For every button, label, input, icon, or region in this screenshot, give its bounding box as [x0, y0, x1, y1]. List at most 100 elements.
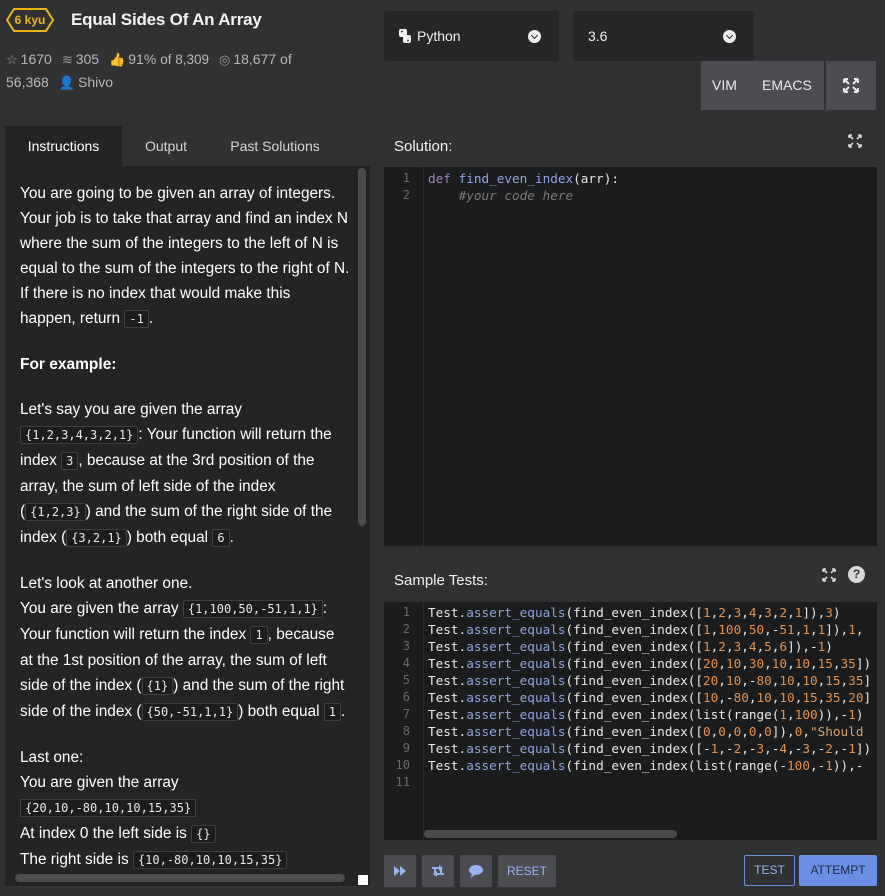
code-token: (find_even_index([: [565, 673, 704, 688]
horizontal-scrollbar[interactable]: [424, 830, 677, 838]
code-line: Test.assert_equals(find_even_index(list(…: [428, 758, 863, 773]
code-token: 1: [703, 605, 711, 620]
code-token: 35: [840, 656, 856, 671]
code-token: ,: [741, 656, 749, 671]
code-token: 100: [787, 758, 810, 773]
inline-code: 3: [61, 452, 79, 470]
code-token: ): [825, 639, 833, 654]
fullscreen-button[interactable]: [826, 61, 876, 110]
version-select[interactable]: 3.6: [573, 11, 754, 61]
expand-icon: [843, 78, 859, 93]
code-token: 4: [748, 639, 757, 654]
inline-code: {1}: [141, 677, 174, 695]
code-token: ,: [741, 724, 749, 739]
code-token: 10: [771, 656, 788, 671]
code-token: ]: [863, 673, 872, 688]
code-token: ,-: [809, 741, 826, 756]
code-token: 10: [794, 656, 810, 671]
code-token: ): [855, 707, 864, 722]
fast-forward-button[interactable]: [384, 855, 416, 887]
solution-editor[interactable]: 1 2 def find_even_index(arr): #your code h…: [384, 167, 877, 546]
code-token: assert_equals: [466, 639, 566, 654]
tab-instructions[interactable]: Instructions: [5, 126, 122, 166]
code-token: 15: [802, 690, 818, 705]
author-stat[interactable]: 👤 Shivo: [59, 71, 113, 94]
code-token: Test.: [428, 758, 467, 773]
stars-stat[interactable]: ☆ 1670: [6, 48, 52, 71]
code-token: 35: [848, 673, 864, 688]
code-token: 1: [703, 622, 711, 637]
tests-expand-button[interactable]: [820, 566, 838, 584]
code-token: 2: [718, 639, 726, 654]
collections-count: 305: [75, 51, 100, 67]
text: Last one:: [20, 749, 84, 766]
code-token: 3: [825, 605, 833, 620]
refresh-button[interactable]: [422, 855, 454, 887]
code-token: ]),: [802, 605, 826, 620]
total-count: 56,368: [6, 74, 49, 90]
code-token: ,: [764, 656, 772, 671]
test-button[interactable]: TEST: [744, 855, 795, 886]
version-label: 3.6: [588, 28, 608, 44]
code-token: assert_equals: [466, 758, 566, 773]
code-token: ,: [741, 622, 749, 637]
emacs-button[interactable]: EMACS: [762, 61, 812, 110]
vim-button[interactable]: VIM: [712, 61, 737, 110]
reset-button[interactable]: RESET: [498, 855, 556, 887]
code-token: ,-: [787, 741, 803, 756]
code-token: 20: [848, 690, 864, 705]
code-token: (find_even_index([: [565, 639, 704, 654]
expand-icon: [822, 568, 836, 582]
code-token: ,: [756, 639, 765, 654]
tab-output[interactable]: Output: [122, 126, 210, 166]
code-token: assert_equals: [466, 690, 566, 705]
collections-icon: ≋: [61, 52, 73, 67]
inline-code: {50,-51,1,1}: [141, 703, 239, 721]
help-icon[interactable]: ?: [848, 566, 865, 583]
kata-stats: ☆ 1670 ≋ 305 👍 91% of 8,309 ◎ 18,677 of 56,368 👤…: [6, 48, 336, 94]
code-token: (arr):: [573, 171, 619, 186]
code-token: 1: [802, 622, 810, 637]
code-token: 2: [825, 741, 833, 756]
code-token: assert_equals: [466, 673, 566, 688]
satisfaction-percent: 91%: [128, 51, 157, 67]
discuss-button[interactable]: [460, 855, 492, 887]
code-token: ]): [855, 656, 872, 671]
code-token: 10: [802, 673, 818, 688]
sample-tests-editor[interactable]: 1 2 3 4 5 6 7 8 9 10 11 Test.assert_equals(find_eve…: [384, 602, 877, 840]
code-line: Test.assert_equals(find_even_index([1,2,…: [428, 605, 841, 620]
code-token: assert_equals: [466, 656, 566, 671]
vertical-scrollbar[interactable]: [358, 168, 366, 526]
keybinding-mode-bar: VIM EMACS: [701, 61, 824, 110]
code-token: (find_even_index(list(range(-: [565, 758, 788, 773]
text: ) both equal: [238, 703, 324, 720]
code-token: Test.: [428, 690, 467, 705]
collections-stat[interactable]: ≋ 305: [62, 48, 99, 71]
line-number: 10: [395, 758, 410, 772]
horizontal-scrollbar[interactable]: [15, 874, 345, 882]
code-line: Test.assert_equals(find_even_index([20,1…: [428, 673, 871, 688]
text: ) both equal: [126, 529, 213, 546]
code-token: ,: [756, 605, 765, 620]
attempt-button[interactable]: ATTEMPT: [799, 855, 877, 886]
code-token: ]: [863, 690, 872, 705]
code-token: ,: [809, 622, 818, 637]
code-token: 10: [779, 690, 795, 705]
solution-expand-button[interactable]: [846, 132, 864, 150]
code-token: 0: [748, 724, 757, 739]
instructions-text: You are going to be given an array of in…: [20, 181, 350, 886]
resize-handle[interactable]: [358, 875, 368, 885]
code-token: 2: [718, 605, 726, 620]
code-token: (find_even_index(list(range(: [565, 707, 780, 722]
code-token: (find_even_index([: [565, 622, 704, 637]
code-token: def: [428, 171, 459, 186]
code-token: 0: [703, 724, 711, 739]
code-token: ,: [802, 724, 810, 739]
solution-title: Solution:: [394, 138, 453, 155]
language-select[interactable]: Python: [384, 11, 559, 61]
tab-past-solutions[interactable]: Past Solutions: [210, 126, 340, 166]
code-token: ,: [787, 605, 795, 620]
code-line: Test.assert_equals(find_even_index([1,2,…: [428, 639, 833, 654]
code-token: ]): [855, 741, 872, 756]
total-stat: 56,368: [6, 71, 49, 93]
